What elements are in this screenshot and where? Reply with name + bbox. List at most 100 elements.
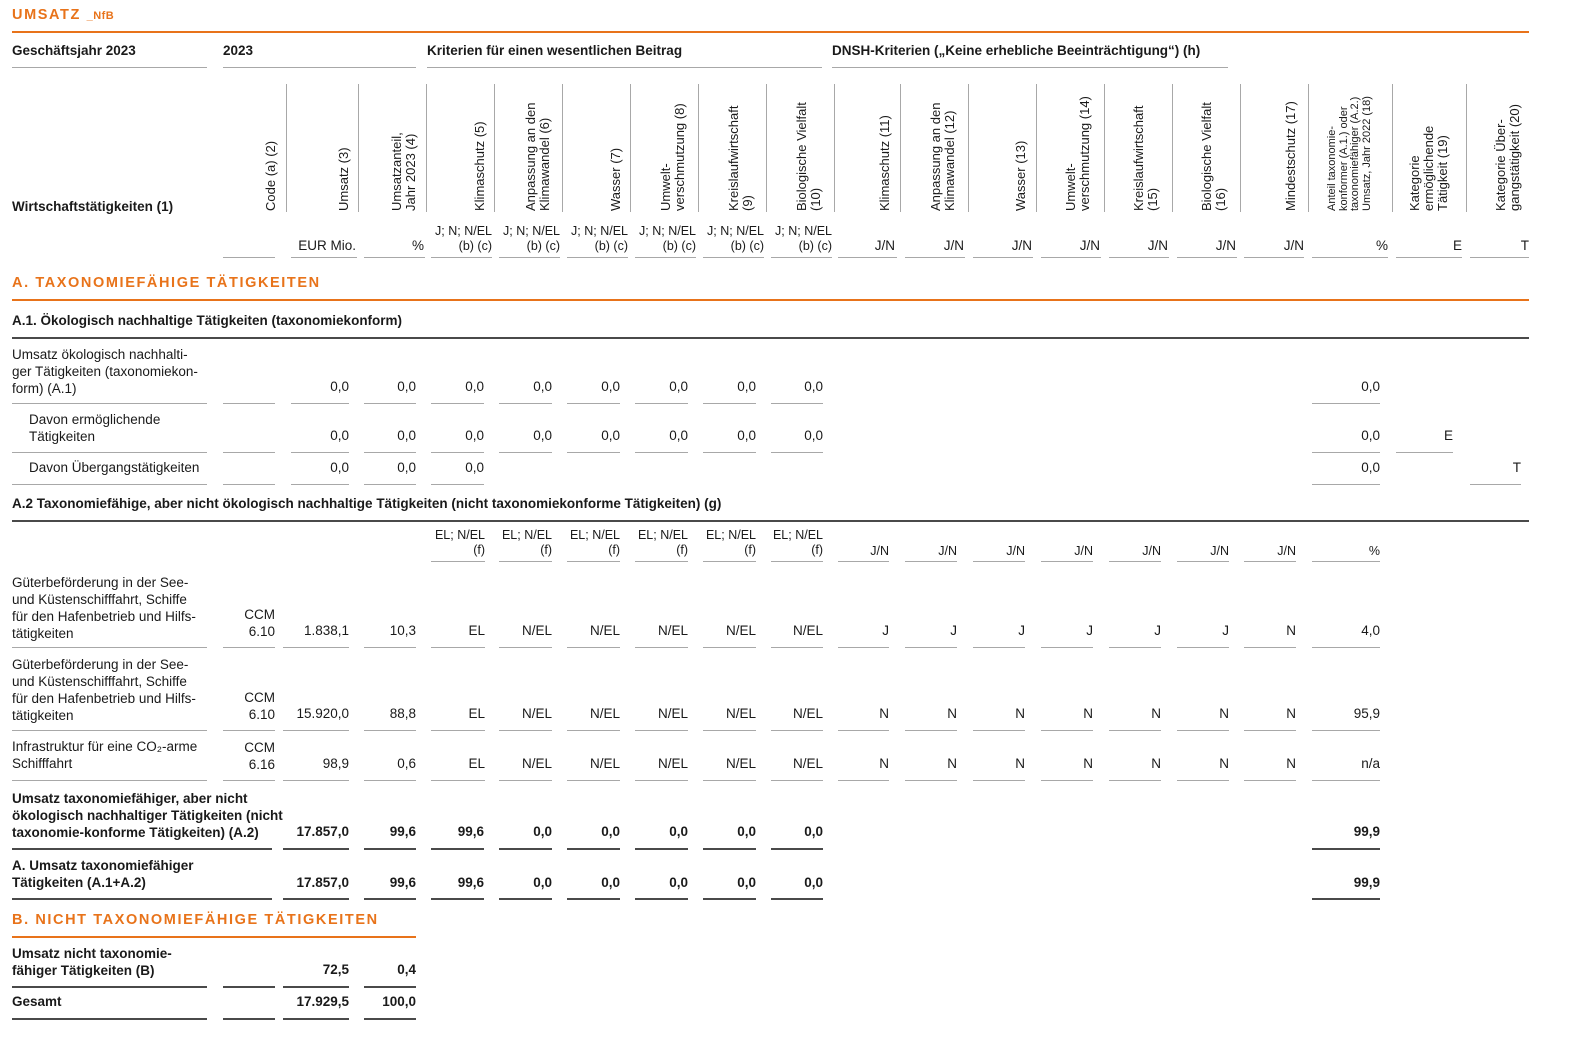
cell: 0,0 [601, 875, 620, 890]
unit-text: J; N; N/EL [639, 224, 696, 238]
rule [838, 730, 889, 731]
rule [427, 67, 822, 68]
header-text: Umsatz (3) [336, 147, 351, 211]
col-divider [286, 84, 287, 212]
header-text: Code (a) (2) [263, 140, 278, 211]
rule [771, 403, 823, 404]
fiscal-year-label: Geschäftsjahr 2023 [12, 43, 136, 58]
unit-text: EL; N/EL [569, 528, 620, 542]
rule [635, 403, 688, 404]
col-divider [834, 84, 835, 212]
cell: 0,0 [330, 428, 349, 443]
rule [635, 647, 688, 648]
a1-row2-label: Davon ermöglichende Tätigkeiten [29, 411, 160, 445]
rule [567, 730, 620, 731]
unit-text: EL; N/EL [434, 528, 485, 542]
a2-total-label: Umsatz taxonomiefähiger, aber nicht ökolo… [12, 790, 283, 841]
col-anteil-prev-header: Anteil taxonomie-konformer (A.1.) oder ta… [1326, 96, 1373, 211]
a2-rule [12, 520, 1529, 522]
cell: 17.857,0 [296, 824, 349, 839]
cell: 0,4 [397, 962, 416, 977]
a1-heading: A.1. Ökologisch nachhaltige Tätigkeiten … [12, 313, 403, 328]
rule [703, 647, 756, 648]
rule [1244, 780, 1296, 781]
col-anpassung-header: Anpassung an den Klimawandel (6) [523, 103, 552, 211]
rule [364, 730, 416, 731]
cell: E [1443, 428, 1453, 443]
rule [1312, 898, 1380, 900]
rule [1109, 730, 1161, 731]
header-text: Tätigkeit (19) [1435, 135, 1450, 211]
rule [431, 898, 484, 900]
rule [364, 647, 416, 648]
cell: N [1083, 706, 1093, 721]
col-divider [426, 84, 427, 212]
a1-rule [12, 337, 1529, 339]
header-text: Umwelt- [1063, 163, 1078, 211]
rule [12, 1018, 207, 1020]
rule [223, 780, 275, 781]
a2-unit: EL; N/EL (f) [635, 528, 688, 558]
rule [499, 730, 552, 731]
rule [1177, 561, 1229, 562]
unit-text: EL; N/EL [501, 528, 552, 542]
cell: N [1015, 756, 1025, 771]
cell: 99,6 [457, 875, 484, 890]
rule [771, 780, 823, 781]
rule [364, 780, 416, 781]
rule [905, 730, 957, 731]
a2-unit: EL; N/EL (f) [567, 528, 620, 558]
cell: 98,9 [322, 756, 349, 771]
rule [12, 848, 272, 850]
rule [291, 452, 349, 453]
a2-unit: J/N [1006, 544, 1025, 558]
a2-unit: % [1368, 544, 1380, 558]
cell: N [879, 706, 889, 721]
rule [1244, 647, 1296, 648]
unit-jn-11: J/N [874, 238, 895, 253]
rule [1109, 561, 1161, 562]
col-divider [1240, 84, 1241, 212]
cell: N/EL [589, 623, 620, 638]
unit-text: (b) (c) [458, 239, 492, 253]
section-b-rule [12, 936, 416, 938]
section-a-rule [12, 299, 1529, 301]
rule [1244, 561, 1296, 562]
cell: N [947, 756, 957, 771]
rule [499, 561, 552, 562]
rule [567, 898, 620, 900]
unit-text: (b) (c) [594, 239, 628, 253]
cell: 1.838,1 [303, 623, 349, 638]
cell: 0,0 [737, 379, 756, 394]
col-divider [1104, 84, 1105, 212]
rule [283, 898, 349, 900]
rule [838, 647, 889, 648]
rule [635, 561, 688, 562]
unit-e: E [1452, 238, 1462, 253]
rule [431, 730, 485, 731]
col-divider [968, 84, 969, 212]
cell: 0,0 [804, 824, 823, 839]
label-line: und Küstenschifffahrt, Schiffe [12, 592, 187, 607]
a2-row-label: Güterbeförderung in der See-und Küstensc… [12, 574, 196, 642]
cell: 15.920,0 [296, 706, 349, 721]
col-umwelt-header: Umwelt-verschmutzung (8) [658, 103, 687, 211]
header-text: Klimaschutz (5) [472, 121, 487, 211]
cell: J [1086, 623, 1093, 638]
header-text: (16) [1213, 187, 1228, 211]
cell: T [1512, 460, 1521, 475]
unit-jn-8: J; N; N/EL (b) (c) [635, 224, 696, 254]
rule [12, 780, 207, 781]
col-divider [1466, 84, 1467, 212]
rule [1312, 257, 1388, 258]
cell: EL [468, 756, 485, 771]
cell: N [1151, 706, 1161, 721]
rule [1109, 647, 1161, 648]
year-label: 2023 [223, 43, 254, 58]
cell: N/EL [589, 756, 620, 771]
cell: N [1219, 706, 1229, 721]
cell: EL [468, 623, 485, 638]
rule [499, 647, 552, 648]
gesamt-label: Gesamt [12, 994, 62, 1009]
unit-text: (f) [608, 543, 620, 557]
